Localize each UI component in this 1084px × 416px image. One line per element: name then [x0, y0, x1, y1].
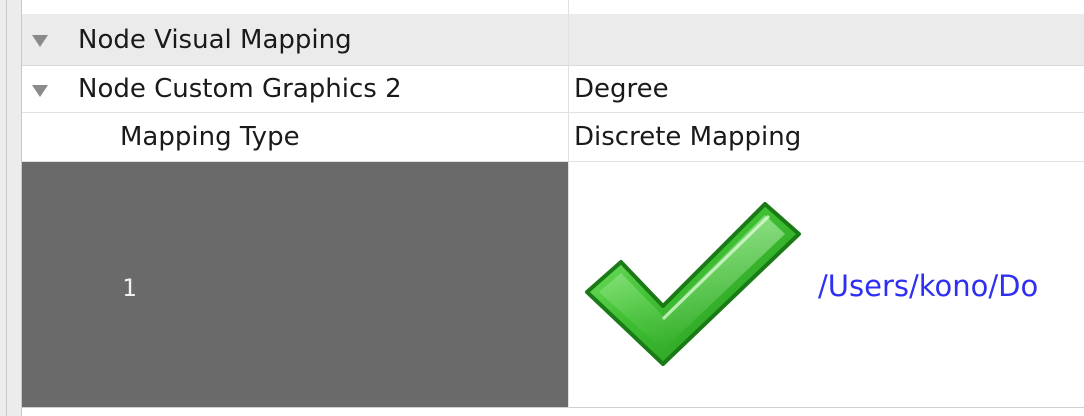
property-row-node-custom-graphics-2[interactable]: Node Custom Graphics 2 Degree [22, 66, 1084, 113]
green-checkmark-icon [585, 202, 801, 366]
left-scroll-rail[interactable] [0, 0, 22, 416]
group-header-right-cell [569, 14, 1084, 65]
mapping-value-cell[interactable]: /Users/kono/Do [569, 162, 1084, 407]
group-header-node-visual-mapping[interactable]: Node Visual Mapping [22, 14, 1084, 66]
group-header-label: Node Visual Mapping [78, 24, 352, 55]
property-value: Degree [574, 74, 669, 104]
property-value-cell[interactable]: Degree [569, 66, 1084, 112]
property-label: Node Custom Graphics 2 [78, 74, 402, 104]
column-divider[interactable] [568, 0, 569, 416]
collapse-triangle-icon[interactable] [32, 35, 48, 47]
property-table: Node Visual Mapping Node Custom Graphics… [22, 0, 1084, 416]
property-name-cell: Node Custom Graphics 2 [22, 66, 568, 112]
expand-triangle-icon[interactable] [32, 85, 48, 97]
next-row-stub [22, 408, 1084, 416]
image-path-link[interactable]: /Users/kono/Do [818, 269, 1038, 303]
visual-mapping-panel: Node Visual Mapping Node Custom Graphics… [0, 0, 1084, 416]
mapping-type-row[interactable]: Mapping Type Discrete Mapping [22, 113, 1084, 162]
mapping-type-label: Mapping Type [120, 122, 300, 152]
discrete-mapping-entry-row[interactable]: 1 /Users/kono/Do [22, 162, 1084, 408]
mapping-type-name-cell: Mapping Type [22, 113, 568, 161]
mapping-type-value: Discrete Mapping [574, 122, 802, 152]
mapping-key-cell[interactable]: 1 [22, 162, 568, 407]
mapping-type-value-cell[interactable]: Discrete Mapping [569, 113, 1084, 161]
group-header-left-cell: Node Visual Mapping [22, 14, 568, 65]
mapping-key: 1 [122, 274, 137, 302]
